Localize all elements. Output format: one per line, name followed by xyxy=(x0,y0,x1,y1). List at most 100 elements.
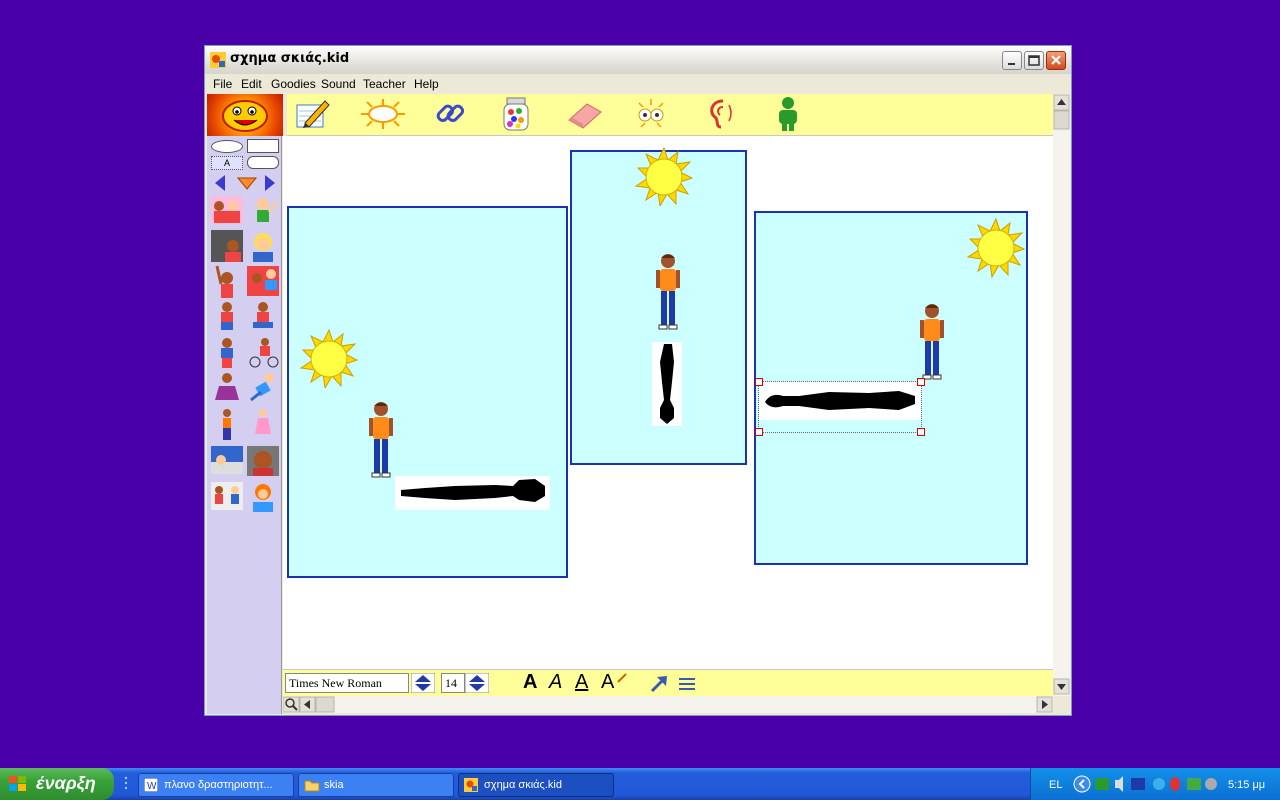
font-name-stepper[interactable] xyxy=(411,673,435,693)
stamp-classroom[interactable] xyxy=(211,230,243,262)
stamp-boy-standing[interactable] xyxy=(221,338,233,368)
task-kidpix-active[interactable]: σχημα σκιάς.kid xyxy=(458,773,614,797)
menu-goodies[interactable]: Goodies xyxy=(271,77,316,91)
minimize-button[interactable] xyxy=(1002,51,1022,70)
stamp-boy-jumping[interactable] xyxy=(221,302,233,330)
folder-icon xyxy=(304,780,320,792)
language-indicator[interactable]: EL xyxy=(1049,779,1062,791)
face-effects-icon[interactable] xyxy=(633,97,669,131)
font-size-field[interactable]: 14 xyxy=(441,673,465,693)
task-label: σχημα σκιάς.kid xyxy=(484,779,562,791)
arrow-tool-icon[interactable] xyxy=(649,674,669,694)
scene-panel-afternoon[interactable] xyxy=(754,211,1028,565)
boy-figure[interactable] xyxy=(654,252,682,334)
resize-handle[interactable] xyxy=(755,378,763,386)
maximize-button[interactable] xyxy=(1024,51,1044,70)
sun-icon xyxy=(634,146,694,206)
ear-icon[interactable] xyxy=(701,97,737,131)
shadow-silhouette xyxy=(401,479,545,502)
shadow-silhouette xyxy=(660,344,674,424)
stamp-girl-pink[interactable] xyxy=(255,409,271,434)
horizontal-scrollbar[interactable] xyxy=(282,696,1053,713)
stamp-sleeping-child[interactable] xyxy=(211,446,243,474)
tray-expand-icon[interactable] xyxy=(1073,775,1091,793)
stamp-girl-portrait[interactable] xyxy=(247,446,279,476)
stamp-girl-dancing[interactable] xyxy=(215,373,239,400)
title-bar[interactable]: σχημα σκιάς.kid xyxy=(205,46,1071,75)
palette-navigation xyxy=(215,175,275,191)
text-color-button[interactable]: A xyxy=(601,671,614,694)
scroll-thumb[interactable] xyxy=(315,696,335,713)
rectangle-shape-option[interactable] xyxy=(247,139,279,153)
stamp-blonde-child[interactable] xyxy=(253,233,273,262)
vertical-scrollbar[interactable] xyxy=(1053,94,1070,696)
stamp-boy-cartwheel[interactable] xyxy=(250,373,274,402)
scene-panel-morning[interactable] xyxy=(287,206,568,578)
link-icon[interactable] xyxy=(433,97,469,131)
volume-icon[interactable] xyxy=(1115,776,1123,792)
drawing-canvas[interactable] xyxy=(283,136,1053,669)
menu-edit[interactable]: Edit xyxy=(241,77,262,91)
underline-style-button[interactable]: A xyxy=(575,671,588,694)
align-icon[interactable] xyxy=(677,675,697,693)
bold-style-button[interactable]: A xyxy=(523,671,537,694)
menu-file[interactable]: File xyxy=(213,77,232,91)
palette-prev-icon[interactable] xyxy=(215,175,225,191)
palette-next-icon[interactable] xyxy=(265,175,275,191)
task-word-document[interactable]: W πλανο δραστηριοτητ... xyxy=(138,773,294,797)
task-folder-skia[interactable]: skia xyxy=(298,773,454,797)
sun-burst-icon[interactable] xyxy=(359,97,407,131)
menu-help[interactable]: Help xyxy=(414,77,439,91)
stamp-boy-sitting[interactable] xyxy=(253,302,273,328)
shadow-image-box[interactable] xyxy=(395,476,550,510)
app-icon xyxy=(210,52,226,68)
scroll-thumb[interactable] xyxy=(1053,110,1070,130)
minimize-icon xyxy=(1008,63,1015,65)
stamp-girl-reading[interactable] xyxy=(253,484,273,512)
palette-down-icon[interactable] xyxy=(236,177,258,190)
resize-handle[interactable] xyxy=(917,428,925,436)
boy-figure[interactable] xyxy=(918,302,946,384)
clock[interactable]: 5:15 μμ xyxy=(1228,779,1265,791)
start-button[interactable]: έναρξη xyxy=(0,768,114,800)
antivirus-icon[interactable] xyxy=(1170,777,1180,791)
stamp-kids-group[interactable] xyxy=(211,196,243,224)
font-name-field[interactable]: Times New Roman xyxy=(285,673,409,693)
selected-shadow-frame[interactable] xyxy=(755,378,925,436)
pencil-icon[interactable] xyxy=(293,97,333,131)
stamp-kids-pair[interactable] xyxy=(247,266,279,296)
stamp-kids-playing[interactable] xyxy=(211,482,243,510)
boy-figure[interactable] xyxy=(367,400,395,482)
network-icon[interactable] xyxy=(1095,778,1109,790)
eraser-icon[interactable] xyxy=(565,98,605,130)
text-shape-option[interactable]: A xyxy=(211,156,243,170)
system-tray: EL 5:15 μμ xyxy=(1030,768,1280,800)
scene-panel-noon[interactable] xyxy=(570,146,747,465)
person-icon[interactable] xyxy=(773,96,803,132)
menu-sound[interactable]: Sound xyxy=(321,77,356,91)
resize-handle[interactable] xyxy=(755,428,763,436)
resize-handle[interactable] xyxy=(917,378,925,386)
sun-icon xyxy=(966,217,1026,279)
stamp-child-raising-hand[interactable] xyxy=(215,265,233,298)
oval-shape-option[interactable] xyxy=(211,140,243,153)
stamp-boy-small[interactable] xyxy=(223,409,231,440)
tool-palette: A xyxy=(207,136,282,714)
menu-teacher[interactable]: Teacher xyxy=(363,77,406,91)
stamp-girl-waving[interactable] xyxy=(257,198,279,222)
power-icon[interactable] xyxy=(1205,778,1217,790)
windows-logo-icon xyxy=(9,776,26,791)
rounded-rect-shape-option[interactable] xyxy=(247,156,279,169)
close-button[interactable] xyxy=(1046,51,1066,70)
monitor-icon[interactable] xyxy=(1131,778,1145,790)
stamp-boy-on-bike[interactable] xyxy=(249,338,279,368)
security-icon[interactable] xyxy=(1153,778,1165,790)
update-icon[interactable] xyxy=(1187,778,1201,790)
jar-icon[interactable] xyxy=(499,96,533,132)
italic-style-button[interactable]: A xyxy=(549,671,562,694)
word-icon: W xyxy=(144,778,158,792)
font-size-stepper[interactable] xyxy=(465,673,489,693)
close-icon xyxy=(1051,55,1061,65)
shadow-image-box[interactable] xyxy=(652,342,682,426)
shadow-image-box[interactable] xyxy=(759,382,921,420)
